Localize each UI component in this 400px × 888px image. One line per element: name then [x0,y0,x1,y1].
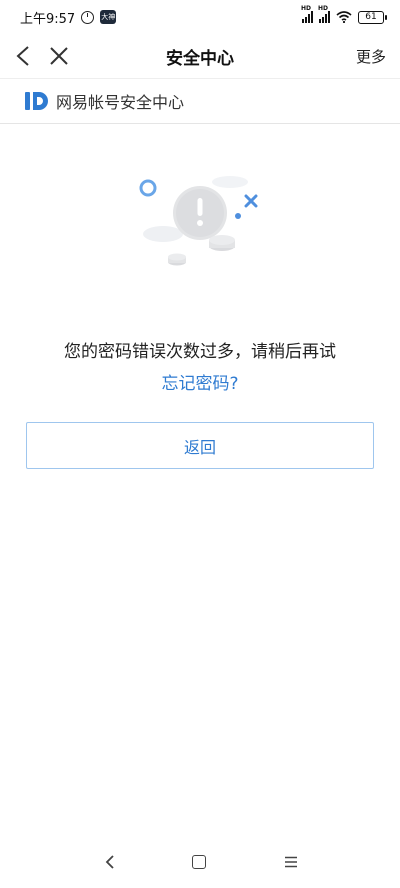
status-time: 上午9:57 [20,11,76,27]
error-message: 您的密码错误次数过多，请稍后再试 [64,342,336,362]
system-home-icon[interactable] [192,855,206,869]
battery-icon: 61 [358,10,387,24]
wifi-icon [336,11,352,23]
brand-title: 网易帐号安全中心 [56,93,185,112]
signal-icon-2: HD [318,5,330,23]
signal-icon: HD [301,5,313,23]
warning-illustration [139,176,258,266]
close-icon[interactable] [46,42,72,70]
app-notification-icon: 大神 [100,10,117,24]
nav-bar: 安全中心 更多 [0,34,400,78]
system-menu-icon[interactable] [284,856,298,868]
system-back-icon[interactable] [102,852,118,872]
more-button[interactable]: 更多 [356,46,386,67]
status-bar: 上午9:57 大神 HD HD 61 [0,0,400,34]
netease-id-logo-icon [25,92,48,110]
back-icon[interactable] [10,42,36,70]
system-nav-bar [0,842,400,882]
brand-header: 网易帐号安全中心 [0,78,400,124]
alarm-icon [81,10,95,24]
forgot-password-link[interactable]: 忘记密码? [0,369,400,394]
return-button[interactable]: 返回 [26,422,374,469]
